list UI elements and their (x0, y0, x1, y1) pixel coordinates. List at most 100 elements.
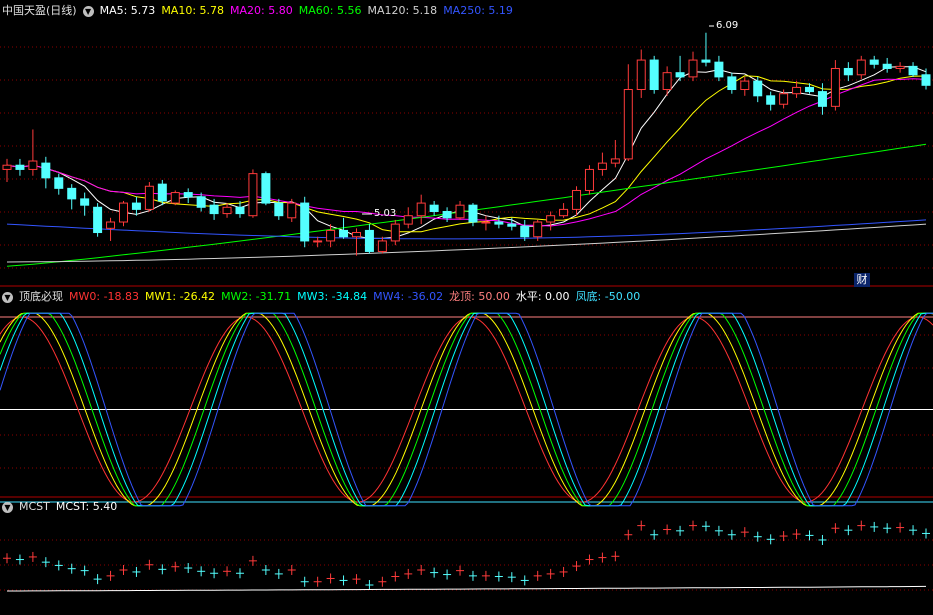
candle[interactable] (313, 236, 323, 248)
candle[interactable] (584, 165, 594, 195)
candle[interactable] (546, 211, 556, 231)
mcst-mark (352, 574, 361, 585)
mcst-mark (417, 564, 426, 575)
mcst-mark (443, 569, 452, 580)
candle-body (118, 202, 128, 223)
candle[interactable] (118, 200, 128, 227)
mcst-mark (896, 522, 905, 533)
candle-body (455, 204, 465, 219)
oscillator_panel-indicator-3: MW3: -34.84 (297, 290, 368, 303)
candle[interactable] (597, 152, 607, 176)
candle[interactable] (766, 91, 776, 111)
candle[interactable] (54, 173, 64, 195)
candle[interactable] (714, 55, 724, 82)
mcst-mark (119, 564, 128, 575)
mcst-series (3, 520, 930, 592)
candle[interactable] (740, 76, 750, 96)
candle[interactable] (416, 194, 426, 225)
candle[interactable] (93, 203, 103, 237)
mcst-panel-title: MCST (19, 500, 50, 513)
mcst-mark (598, 552, 607, 563)
candle[interactable] (830, 60, 840, 111)
oscillator_panel-indicator-4: MW4: -36.02 (373, 290, 444, 303)
candle[interactable] (610, 139, 620, 168)
candle-body (41, 162, 51, 179)
finance-badge[interactable]: 财 (854, 273, 870, 287)
candle[interactable] (351, 228, 361, 256)
candle[interactable] (300, 196, 310, 248)
ma20-line (6, 78, 927, 227)
candle[interactable] (377, 236, 387, 254)
candle-body (2, 164, 12, 170)
mcst-mark (520, 575, 529, 586)
candle[interactable] (636, 49, 646, 98)
candle-body (287, 202, 297, 219)
candle[interactable] (662, 66, 672, 96)
candle-body (779, 93, 789, 105)
candle[interactable] (869, 55, 879, 69)
candle-body (15, 164, 25, 170)
candle-body (559, 208, 569, 217)
candle[interactable] (15, 158, 25, 176)
candle[interactable] (248, 169, 258, 218)
candlesticks[interactable] (2, 32, 931, 256)
candle[interactable] (727, 72, 737, 94)
candle[interactable] (131, 196, 141, 216)
candle[interactable] (261, 171, 271, 206)
candle[interactable] (403, 207, 413, 229)
candle[interactable] (157, 179, 167, 206)
candle[interactable] (442, 207, 452, 223)
candle[interactable] (882, 57, 892, 73)
candle-body (908, 65, 918, 76)
candle-body (753, 80, 763, 97)
candle-body (183, 192, 193, 198)
candle[interactable] (183, 188, 193, 204)
candle-body (313, 240, 323, 243)
candle[interactable] (921, 68, 931, 90)
candle[interactable] (843, 62, 853, 82)
chevron-down-icon[interactable]: ▼ (2, 501, 13, 513)
candle[interactable] (753, 76, 763, 103)
mcst-mark (41, 557, 50, 568)
candle-body (597, 162, 607, 170)
candle[interactable] (688, 51, 698, 82)
chart-canvas[interactable] (0, 0, 933, 615)
candle[interactable] (222, 203, 232, 218)
candle[interactable] (390, 219, 400, 246)
candle-body (390, 223, 400, 242)
mcst-mark (248, 555, 257, 566)
candle[interactable] (170, 190, 180, 206)
candle[interactable] (481, 215, 491, 231)
candle[interactable] (701, 32, 711, 67)
candle-body (869, 59, 879, 65)
candle[interactable] (364, 224, 374, 254)
candle[interactable] (908, 62, 918, 77)
candle[interactable] (455, 200, 465, 220)
candle[interactable] (895, 62, 905, 73)
chevron-down-icon[interactable]: ▼ (82, 5, 94, 17)
candle[interactable] (559, 203, 569, 218)
candle[interactable] (675, 55, 685, 82)
mcst-mark (210, 568, 219, 579)
candle[interactable] (856, 55, 866, 79)
chevron-down-icon[interactable]: ▼ (2, 291, 13, 303)
candle[interactable] (623, 64, 633, 162)
mcst-mark (326, 573, 335, 584)
candle[interactable] (80, 192, 90, 216)
candle[interactable] (28, 129, 38, 176)
candle[interactable] (67, 184, 77, 210)
candle[interactable] (649, 55, 659, 94)
candle[interactable] (41, 156, 51, 189)
mcst-mark (689, 520, 698, 531)
candle-body (209, 204, 219, 215)
candle-body (714, 61, 724, 78)
mcst-mark (80, 565, 89, 576)
oscillator_panel-indicator-1: MW1: -26.42 (145, 290, 216, 303)
candle-body (507, 223, 517, 227)
candle[interactable] (144, 182, 154, 212)
mcst-mark (701, 521, 710, 532)
candle-body (364, 229, 374, 252)
mcst-mark (740, 527, 749, 538)
mcst-mark (132, 566, 141, 577)
candle[interactable] (429, 200, 439, 216)
